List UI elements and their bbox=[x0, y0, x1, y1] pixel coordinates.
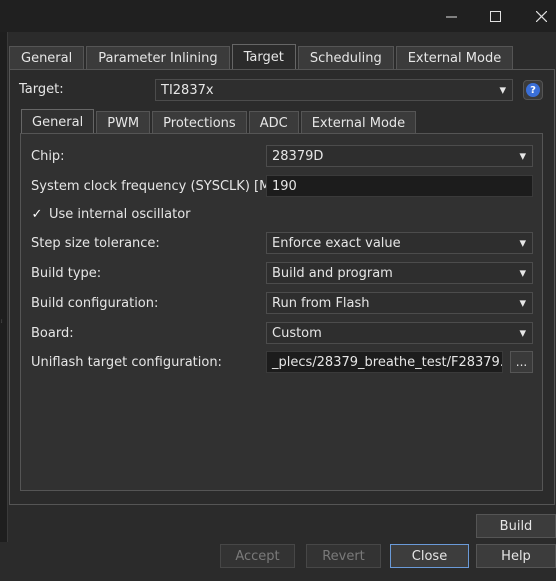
tab-general[interactable]: General bbox=[9, 46, 85, 70]
build-config-select[interactable]: Run from Flash ▾ bbox=[266, 292, 533, 314]
board-label: Board: bbox=[31, 326, 74, 341]
uniflash-input[interactable]: _plecs/28379_breathe_test/F28379.ccxml bbox=[266, 351, 503, 373]
build-type-label: Build type: bbox=[31, 266, 102, 281]
build-type-select[interactable]: Build and program ▾ bbox=[266, 262, 533, 284]
help-button[interactable]: Help bbox=[476, 544, 556, 568]
target-label: Target: bbox=[19, 82, 64, 97]
target-select[interactable]: TI2837x ▾ bbox=[155, 79, 513, 101]
grip-icon: ⁞ bbox=[1, 319, 3, 325]
build-config-label: Build configuration: bbox=[31, 296, 159, 311]
minimize-button[interactable] bbox=[428, 0, 474, 32]
build-button[interactable]: Build bbox=[476, 514, 556, 538]
step-size-select[interactable]: Enforce exact value ▾ bbox=[266, 232, 533, 254]
chevron-down-icon: ▾ bbox=[519, 325, 526, 341]
tab-target[interactable]: Target bbox=[231, 44, 296, 70]
target-help-button[interactable]: ? bbox=[523, 80, 543, 100]
uniflash-label: Uniflash target configuration: bbox=[31, 355, 222, 370]
maximize-icon bbox=[489, 10, 501, 22]
uniflash-browse-button[interactable]: ... bbox=[510, 351, 533, 373]
maximize-button[interactable] bbox=[472, 0, 518, 32]
board-select[interactable]: Custom ▾ bbox=[266, 322, 533, 344]
left-splitter[interactable]: ⁞ bbox=[0, 32, 8, 542]
close-icon bbox=[535, 10, 547, 22]
revert-button[interactable]: Revert bbox=[306, 544, 381, 568]
sysclk-label: System clock frequency (SYSCLK) [MHz]: bbox=[31, 179, 297, 194]
chevron-down-icon: ▾ bbox=[519, 265, 526, 281]
inner-tab-general[interactable]: General bbox=[21, 109, 95, 135]
build-type-value: Build and program bbox=[272, 265, 393, 281]
accept-button[interactable]: Accept bbox=[220, 544, 295, 568]
inner-tab-protections[interactable]: Protections bbox=[152, 111, 247, 135]
oscillator-label: Use internal oscillator bbox=[49, 207, 191, 222]
inner-tab-adc[interactable]: ADC bbox=[248, 111, 299, 135]
chevron-down-icon: ▾ bbox=[519, 235, 526, 251]
step-size-label: Step size tolerance: bbox=[31, 236, 160, 251]
build-config-value: Run from Flash bbox=[272, 295, 370, 311]
target-value: TI2837x bbox=[161, 82, 214, 98]
chip-select[interactable]: 28379D ▾ bbox=[266, 145, 533, 167]
board-value: Custom bbox=[272, 325, 322, 341]
chevron-down-icon: ▾ bbox=[499, 82, 506, 98]
chevron-down-icon: ▾ bbox=[519, 148, 526, 164]
chip-value: 28379D bbox=[272, 148, 324, 164]
close-button[interactable]: Close bbox=[390, 544, 469, 568]
inner-tab-bar: General PWM Protections ADC External Mod… bbox=[21, 109, 418, 135]
sysclk-input[interactable]: 190 bbox=[266, 175, 533, 197]
inner-tab-pwm[interactable]: PWM bbox=[96, 111, 151, 135]
oscillator-checkbox[interactable]: ✓ bbox=[30, 207, 44, 222]
help-icon: ? bbox=[526, 83, 540, 97]
tab-external-mode[interactable]: External Mode bbox=[395, 46, 514, 70]
sysclk-value: 190 bbox=[272, 178, 297, 194]
minimize-icon bbox=[445, 16, 457, 17]
title-bar bbox=[0, 0, 556, 32]
tab-scheduling[interactable]: Scheduling bbox=[297, 46, 394, 70]
chevron-down-icon: ▾ bbox=[519, 295, 526, 311]
uniflash-value: _plecs/28379_breathe_test/F28379.ccxml bbox=[272, 354, 503, 370]
close-window-button[interactable] bbox=[518, 0, 556, 32]
inner-tab-external-mode[interactable]: External Mode bbox=[300, 111, 417, 135]
step-size-value: Enforce exact value bbox=[272, 235, 401, 251]
chip-label: Chip: bbox=[31, 149, 65, 164]
top-tab-bar: General Parameter Inlining Target Schedu… bbox=[9, 44, 515, 70]
tab-parameter-inlining[interactable]: Parameter Inlining bbox=[86, 46, 230, 70]
